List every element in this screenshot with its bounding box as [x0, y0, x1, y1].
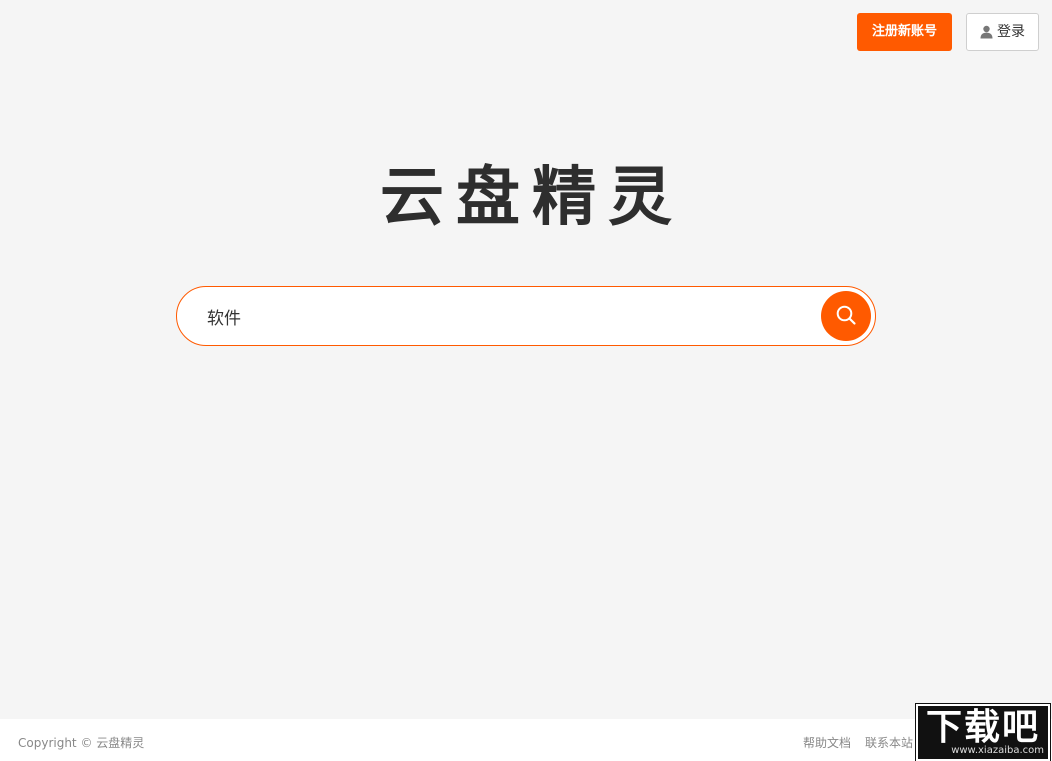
watermark-logo: 下载吧 [925, 707, 1040, 748]
search-icon [835, 304, 857, 329]
watermark-badge: 下载吧 www.xiazaiba.com [915, 703, 1051, 761]
copyright-text: Copyright © 云盘精灵 [18, 736, 145, 750]
user-icon [980, 25, 993, 39]
page: 注册新账号 登录 云盘精灵 Copyright © 云盘精灵 [0, 0, 1052, 761]
login-button[interactable]: 登录 [966, 13, 1039, 51]
footer: Copyright © 云盘精灵 帮助文档 联系本站 [0, 719, 1052, 761]
site-logo: 云盘精灵 [380, 161, 684, 235]
register-button[interactable]: 注册新账号 [856, 13, 952, 51]
footer-links: 帮助文档 联系本站 [803, 734, 913, 751]
search-input[interactable] [201, 287, 801, 345]
footer-link-contact[interactable]: 联系本站 [865, 734, 913, 751]
login-label: 登录 [997, 24, 1025, 40]
search-box [176, 286, 876, 346]
search-button[interactable] [821, 291, 871, 341]
watermark-url: www.xiazaiba.com [951, 745, 1044, 756]
footer-link-help-docs[interactable]: 帮助文档 [803, 734, 851, 751]
header-actions: 注册新账号 登录 [856, 13, 1039, 51]
